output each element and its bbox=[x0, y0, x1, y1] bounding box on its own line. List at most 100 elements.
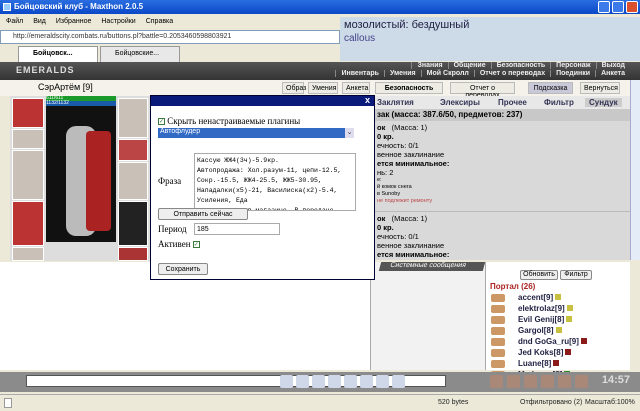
smiley-icon[interactable] bbox=[392, 375, 405, 388]
filter-icon[interactable] bbox=[312, 375, 325, 388]
nav-inventory[interactable]: Инвентарь bbox=[335, 70, 384, 77]
nav-profile[interactable]: Анкета bbox=[595, 70, 630, 77]
chevron-down-icon[interactable]: ⌄ bbox=[345, 128, 354, 138]
menu-help[interactable]: Справка bbox=[146, 18, 173, 25]
private-message-icon[interactable] bbox=[491, 338, 505, 346]
online-user[interactable]: elektrolaz[9] bbox=[491, 304, 573, 313]
online-user[interactable]: Evil Genij[8] bbox=[491, 315, 573, 324]
menu-file[interactable]: Файл bbox=[6, 18, 23, 25]
zoom-level[interactable]: Масштаб:100% bbox=[585, 399, 635, 406]
private-message-icon[interactable] bbox=[491, 294, 505, 302]
private-message-icon[interactable] bbox=[491, 305, 505, 313]
shield-slot[interactable] bbox=[118, 162, 148, 200]
nav-battles[interactable]: Поединки bbox=[550, 70, 596, 77]
maximize-button[interactable] bbox=[612, 1, 624, 13]
filtered-count[interactable]: Отфильтровано (2) bbox=[520, 399, 582, 406]
bracers-slot[interactable] bbox=[12, 129, 44, 149]
online-user[interactable]: Luane[8] bbox=[491, 359, 560, 368]
address-bar[interactable]: http://emeraldscity.combats.ru/buttons.p… bbox=[0, 30, 340, 44]
send-now-button[interactable]: Отправить сейчас bbox=[158, 208, 248, 220]
user-info-icon[interactable] bbox=[566, 305, 573, 311]
user-info-icon[interactable] bbox=[553, 360, 560, 366]
tab-spells[interactable]: Заклятия bbox=[377, 98, 414, 107]
bag-icon[interactable] bbox=[490, 375, 503, 388]
nav-character[interactable]: Персонаж bbox=[550, 62, 596, 69]
tab-combats-1[interactable]: Бойцовск... bbox=[18, 46, 98, 62]
character-avatar[interactable] bbox=[46, 106, 116, 242]
image-button[interactable]: Образ bbox=[282, 82, 306, 94]
send-icon[interactable] bbox=[280, 375, 293, 388]
chat-icon[interactable] bbox=[558, 375, 571, 388]
scroll-icon[interactable] bbox=[507, 375, 520, 388]
hide-plugins-checkbox[interactable]: ✓ bbox=[158, 118, 165, 126]
private-message-icon[interactable] bbox=[491, 327, 505, 335]
filter-button[interactable]: Фильтр bbox=[560, 270, 592, 280]
minimize-button[interactable] bbox=[598, 1, 610, 13]
helmet-slot[interactable] bbox=[12, 98, 44, 128]
rings-slot[interactable] bbox=[118, 98, 148, 138]
nav-exit[interactable]: Выход bbox=[595, 62, 630, 69]
channel-icon[interactable] bbox=[328, 375, 341, 388]
menu-settings[interactable]: Настройки bbox=[101, 18, 135, 25]
user-info-icon[interactable] bbox=[566, 316, 573, 322]
pants-slot[interactable] bbox=[118, 201, 148, 246]
nav-transfers[interactable]: Отчет о переводах bbox=[473, 70, 551, 77]
nav-security[interactable]: Безопасность bbox=[490, 62, 551, 69]
item-desc: й комок снега bbox=[377, 184, 412, 190]
hint-button[interactable]: Подсказка bbox=[528, 82, 573, 94]
user-info-icon[interactable] bbox=[565, 349, 572, 355]
nav-communication[interactable]: Общение bbox=[447, 62, 491, 69]
profile-button[interactable]: Анкета bbox=[342, 82, 370, 94]
online-user[interactable]: Jed Koks[8] bbox=[491, 348, 572, 357]
private-message-icon[interactable] bbox=[491, 360, 505, 368]
nav-skills[interactable]: Умения bbox=[383, 70, 421, 77]
user-info-icon[interactable] bbox=[555, 327, 562, 333]
refresh-button[interactable]: Обновить bbox=[520, 270, 558, 280]
nav-scroll[interactable]: Мой Скролл bbox=[420, 70, 474, 77]
system-messages-tab[interactable]: Системные сообщения bbox=[378, 262, 486, 271]
nav-knowledge[interactable]: Знания bbox=[411, 62, 448, 69]
online-user[interactable]: dnd GoGa_ru[9] bbox=[491, 337, 587, 346]
clear-icon[interactable] bbox=[296, 375, 309, 388]
menu-favorites[interactable]: Избранное bbox=[56, 18, 91, 25]
item-requirements: ется минимальное: bbox=[377, 159, 450, 168]
active-option: Активен ✓ bbox=[158, 239, 200, 249]
character-name[interactable]: СэрАртём [9] bbox=[38, 82, 93, 92]
walk-icon[interactable] bbox=[344, 375, 357, 388]
active-checkbox[interactable]: ✓ bbox=[192, 241, 200, 249]
close-icon[interactable]: x bbox=[365, 95, 370, 105]
tab-elixirs[interactable]: Элексиры bbox=[440, 98, 480, 107]
weapon-slot[interactable] bbox=[12, 150, 44, 200]
tab-combats-2[interactable]: Бойцовские... bbox=[100, 46, 180, 62]
period-input[interactable]: 185 bbox=[194, 223, 280, 235]
save-button[interactable]: Сохранить bbox=[158, 263, 208, 275]
user-info-icon[interactable] bbox=[555, 294, 562, 300]
security-button[interactable]: Безопасность bbox=[375, 82, 443, 94]
online-user[interactable]: Gargol[8] bbox=[491, 326, 562, 335]
hide-plugins-option[interactable]: ✓ Скрыть ненастраиваемые плагины bbox=[158, 116, 300, 126]
info-icon[interactable] bbox=[376, 375, 389, 388]
skills-button[interactable]: Умения bbox=[308, 82, 338, 94]
private-message-icon[interactable] bbox=[491, 316, 505, 324]
translit-icon[interactable] bbox=[360, 375, 373, 388]
online-user[interactable]: accent[9] bbox=[491, 293, 562, 302]
return-button[interactable]: Вернуться bbox=[580, 82, 620, 94]
map-icon[interactable] bbox=[524, 375, 537, 388]
exit-icon[interactable] bbox=[575, 375, 588, 388]
tab-other[interactable]: Прочее bbox=[498, 98, 527, 107]
plugin-select[interactable]: Автофлудер ⌄ bbox=[158, 128, 354, 138]
close-button[interactable] bbox=[626, 1, 638, 13]
phrase-textarea[interactable]: Кассую ЖЖ4(3ч)-5.9кр. Автопродажа: Хол.р… bbox=[194, 153, 356, 211]
belt-slot[interactable] bbox=[12, 247, 44, 261]
boots-slot[interactable] bbox=[118, 247, 148, 261]
armor-slot[interactable] bbox=[12, 201, 44, 246]
tab-filter[interactable]: Фильтр bbox=[544, 98, 574, 107]
transfers-button[interactable]: Отчет о переводах bbox=[450, 82, 515, 99]
gloves-slot[interactable] bbox=[118, 139, 148, 161]
tab-chest[interactable]: Сундук bbox=[585, 98, 622, 107]
menu-view[interactable]: Вид bbox=[33, 18, 46, 25]
user-info-icon[interactable] bbox=[580, 338, 587, 344]
page-scrollbar[interactable] bbox=[630, 80, 640, 260]
private-message-icon[interactable] bbox=[491, 349, 505, 357]
trade-icon[interactable] bbox=[541, 375, 554, 388]
